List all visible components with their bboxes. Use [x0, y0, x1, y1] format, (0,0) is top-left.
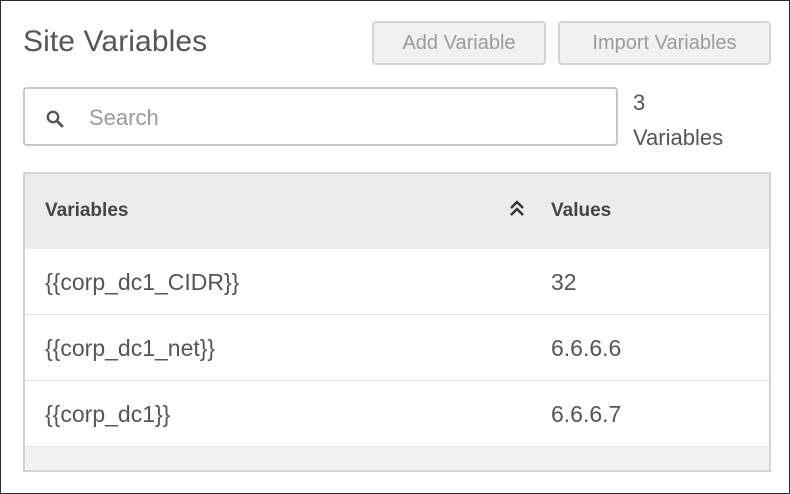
variable-count-number: 3 — [633, 90, 646, 115]
variable-name: {{corp_dc1}} — [45, 401, 171, 427]
column-header-variables[interactable]: Variables — [45, 200, 128, 222]
site-variables-panel: Site Variables Add Variable Import Varia… — [0, 0, 790, 494]
table-row[interactable]: {{corp_dc1}} 6.6.6.7 — [25, 381, 769, 447]
variable-name: {{corp_dc1_net}} — [45, 335, 216, 361]
add-variable-button[interactable]: Add Variable — [372, 21, 546, 65]
table-header: Variables Values — [25, 174, 769, 249]
variable-count-label: Variables — [633, 125, 724, 150]
variable-name: {{corp_dc1_CIDR}} — [45, 269, 240, 295]
search-icon — [45, 109, 65, 129]
column-header-values[interactable]: Values — [551, 200, 611, 222]
page-title: Site Variables — [23, 25, 208, 58]
search-box[interactable] — [23, 87, 618, 146]
double-chevron-up-icon[interactable] — [506, 198, 528, 220]
variable-value: 6.6.6.6 — [551, 335, 622, 361]
variable-value: 32 — [551, 269, 577, 295]
variable-value: 6.6.6.7 — [551, 401, 622, 427]
import-variables-button[interactable]: Import Variables — [558, 21, 771, 65]
table-row[interactable]: {{corp_dc1_CIDR}} 32 — [25, 249, 769, 315]
variable-count: 3 Variables — [633, 85, 723, 155]
search-input[interactable] — [87, 99, 601, 137]
table-row[interactable]: {{corp_dc1_net}} 6.6.6.6 — [25, 315, 769, 381]
variables-table: Variables Values {{corp_dc1_CIDR}} 32 {{… — [23, 172, 771, 472]
